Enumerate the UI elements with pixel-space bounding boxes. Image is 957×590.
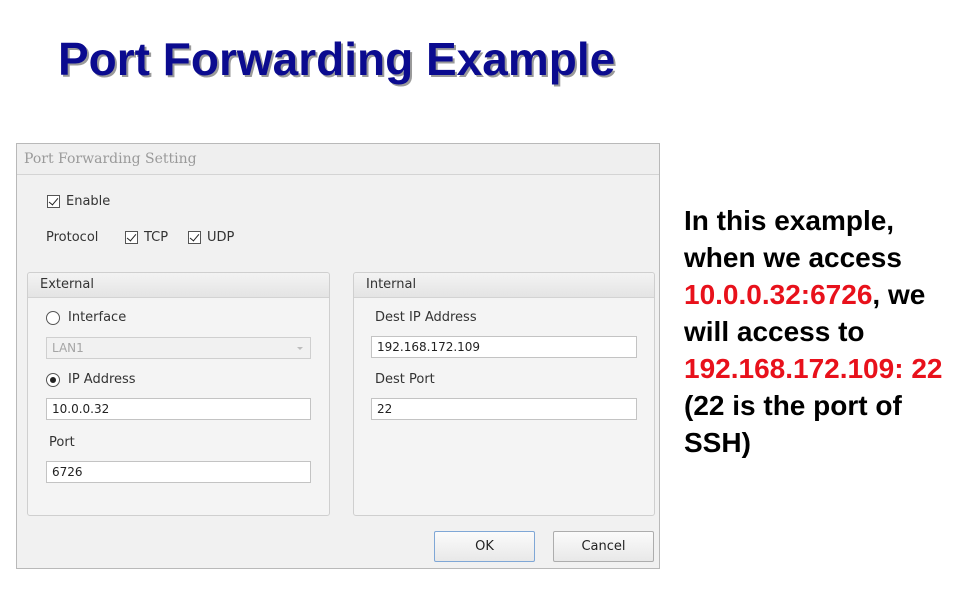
interface-select-value: LAN1 xyxy=(52,341,84,355)
port-forwarding-dialog: Port Forwarding Setting Enable Protocol … xyxy=(16,143,660,569)
dest-port-label: Dest Port xyxy=(375,372,435,387)
udp-label: UDP xyxy=(207,230,235,245)
explanation-line3: (22 is the port of SSH) xyxy=(684,390,902,458)
udp-checkbox[interactable] xyxy=(188,231,201,244)
interface-label: Interface xyxy=(68,310,127,325)
interface-radio-row[interactable]: Interface xyxy=(46,310,126,325)
udp-checkbox-row[interactable]: UDP xyxy=(188,230,234,245)
explanation-line1: In this example, when we access xyxy=(684,205,902,273)
interface-radio[interactable] xyxy=(46,310,60,325)
ip-address-label: IP Address xyxy=(68,372,136,387)
enable-checkbox[interactable] xyxy=(47,195,60,208)
port-label: Port xyxy=(49,435,75,450)
dest-ip-input[interactable]: 192.168.172.109 xyxy=(371,336,637,358)
explanation-text: In this example, when we access 10.0.0.3… xyxy=(684,202,949,461)
internal-header: Internal xyxy=(354,273,654,298)
ip-address-radio[interactable] xyxy=(46,372,60,387)
external-ip-input[interactable]: 10.0.0.32 xyxy=(46,398,311,420)
tcp-checkbox[interactable] xyxy=(125,231,138,244)
internal-group: Internal Dest IP Address 192.168.172.109… xyxy=(353,272,655,516)
cancel-button[interactable]: Cancel xyxy=(553,531,654,562)
chevron-down-icon xyxy=(297,347,303,350)
explanation-comma: , xyxy=(872,279,881,310)
interface-select[interactable]: LAN1 xyxy=(46,337,311,359)
dest-ip-label: Dest IP Address xyxy=(375,310,477,325)
external-header: External xyxy=(28,273,329,298)
dest-port-input[interactable]: 22 xyxy=(371,398,637,420)
protocol-label: Protocol xyxy=(46,230,99,245)
internal-address-highlight: 192.168.172.109: xyxy=(684,353,904,384)
enable-checkbox-row[interactable]: Enable xyxy=(47,194,110,209)
dialog-title: Port Forwarding Setting xyxy=(17,144,659,175)
ip-address-radio-row[interactable]: IP Address xyxy=(46,372,136,387)
tcp-checkbox-row[interactable]: TCP xyxy=(125,230,168,245)
external-port-input[interactable]: 6726 xyxy=(46,461,311,483)
external-address-highlight: 10.0.0.32:6726 xyxy=(684,279,873,310)
tcp-label: TCP xyxy=(144,230,169,245)
external-group: External Interface LAN1 IP Address 10.0.… xyxy=(27,272,330,516)
enable-label: Enable xyxy=(66,194,111,209)
internal-port-highlight: 22 xyxy=(911,353,943,384)
slide-title: Port Forwarding Example xyxy=(58,33,616,85)
ok-button[interactable]: OK xyxy=(434,531,535,562)
